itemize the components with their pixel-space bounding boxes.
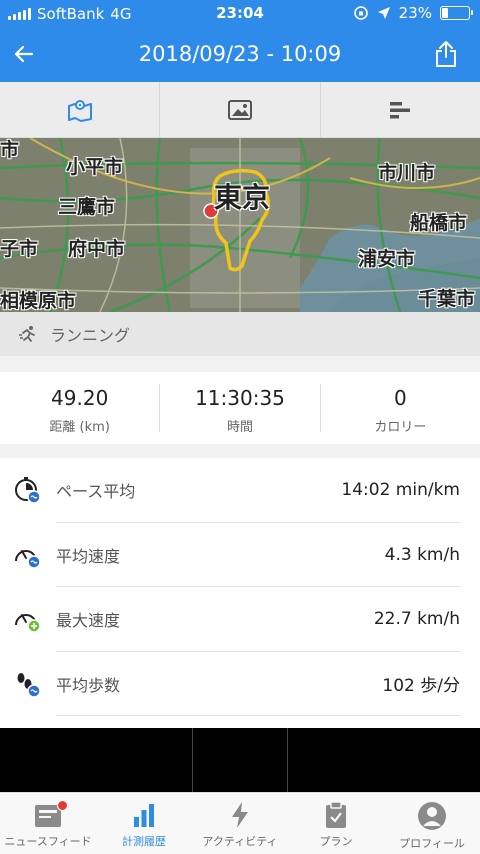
calories-stat: 0 カロリー — [321, 384, 480, 435]
history-icon — [134, 804, 154, 827]
metric-value: 14:02 min/km — [341, 480, 460, 501]
running-icon — [19, 326, 35, 342]
nav-label: プラン — [319, 835, 353, 848]
map-label: 相模原市 — [0, 290, 77, 312]
summary-stats: 49.20 距離 (km) 11:30:35 時間 0 カロリー — [0, 372, 480, 444]
map-label: 府中市 — [68, 238, 126, 260]
nav-item-activity[interactable]: アクティビティ — [192, 793, 288, 854]
duration-stat: 11:30:35 時間 — [160, 384, 321, 435]
page-title: 2018/09/23 - 10:09 — [138, 42, 342, 66]
duration-label: 時間 — [226, 420, 253, 435]
distance-value: 49.20 — [51, 386, 109, 410]
rotation-lock-icon — [353, 6, 368, 20]
pace-icon — [15, 477, 41, 504]
profile-icon — [418, 802, 446, 830]
nav-item-plan[interactable]: プラン — [288, 793, 384, 854]
activity-type-label: ランニング — [50, 326, 131, 345]
status-bar: SoftBank 4G 23:04 23% — [0, 0, 480, 28]
metric-value: 102 歩/分 — [382, 676, 460, 697]
avg-speed-icon — [15, 549, 41, 569]
bottom-nav: ニュースフィード 計測履歴 アクティビティ プラン プロフィール — [0, 792, 480, 854]
nav-label: アクティビティ — [202, 835, 278, 848]
nav-label: 計測履歴 — [122, 835, 166, 848]
tab-photos[interactable] — [160, 82, 321, 137]
activity-bolt-icon — [232, 802, 248, 828]
metrics-list: ペース平均 14:02 min/km 平均速度 4.3 km/h 最大速度 22… — [0, 458, 480, 728]
map-label: 市川市 — [378, 162, 436, 184]
notification-badge — [57, 800, 68, 811]
metric-name: ペース平均 — [56, 482, 136, 502]
map-label: 千葉市 — [418, 288, 476, 310]
metric-value: 4.3 km/h — [384, 544, 460, 565]
nav-item-history[interactable]: 計測履歴 — [96, 793, 192, 854]
map-label: 市 — [0, 139, 20, 161]
max-speed-icon — [15, 614, 41, 633]
ad-area — [0, 728, 480, 792]
nav-item-newsfeed[interactable]: ニュースフィード — [0, 793, 96, 854]
detail-tabs — [0, 82, 480, 138]
map-label: 三鷹市 — [58, 196, 116, 218]
list-item: 最大速度 22.7 km/h — [0, 587, 480, 652]
metric-name: 平均歩数 — [56, 675, 121, 695]
header: 2018/09/23 - 10:09 — [0, 28, 480, 82]
battery-percent: 23% — [398, 4, 432, 22]
route-map[interactable]: 市 小平市 三鷹市 子市 府中市 相模原市 東京 市川市 船橋市 浦安市 千葉市 — [0, 138, 480, 312]
nav-item-profile[interactable]: プロフィール — [384, 793, 480, 854]
duration-value: 11:30:35 — [195, 386, 285, 410]
map-label: 船橋市 — [410, 212, 468, 234]
metric-name: 平均速度 — [56, 546, 121, 566]
calories-label: カロリー — [374, 420, 427, 435]
calories-value: 0 — [393, 386, 407, 410]
location-icon — [377, 7, 390, 19]
map-label: 浦安市 — [358, 248, 416, 270]
battery-icon — [440, 6, 473, 20]
nav-label: プロフィール — [399, 837, 465, 850]
distance-stat: 49.20 距離 (km) — [0, 384, 161, 435]
activity-type-bar: ランニング — [0, 312, 480, 356]
tab-map[interactable] — [0, 82, 161, 137]
map-icon — [67, 99, 92, 122]
list-item: 平均速度 4.3 km/h — [0, 523, 480, 587]
bar-chart-icon — [390, 101, 411, 118]
nav-label: ニュースフィード — [4, 835, 92, 848]
photo-icon — [227, 99, 252, 120]
list-item: 平均歩数 102 歩/分 — [0, 652, 480, 716]
plan-clipboard-icon — [326, 801, 346, 828]
distance-label: 距離 (km) — [49, 420, 110, 435]
map-label: 小平市 — [66, 156, 124, 178]
list-item: ペース平均 14:02 min/km — [0, 458, 480, 523]
share-icon[interactable] — [434, 40, 458, 68]
map-label: 子市 — [0, 238, 39, 260]
steps-icon — [17, 672, 41, 698]
metric-name: 最大速度 — [56, 611, 121, 631]
map-label: 東京 — [214, 181, 271, 214]
metric-value: 22.7 km/h — [373, 609, 460, 630]
tab-charts[interactable] — [321, 82, 480, 137]
